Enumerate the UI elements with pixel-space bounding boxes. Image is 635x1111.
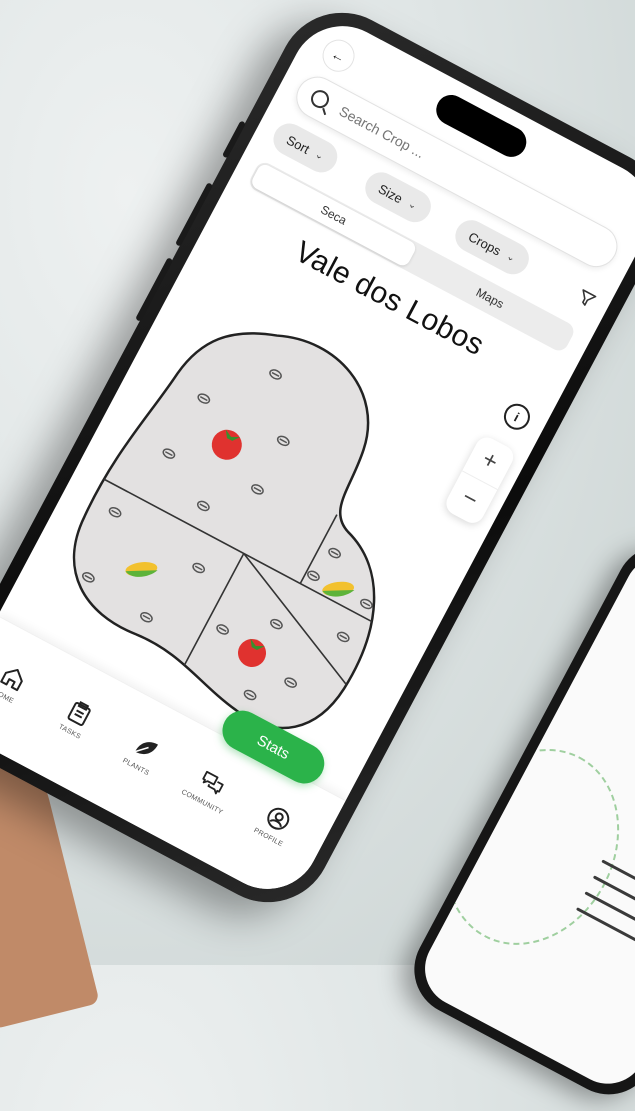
arrow-left-icon: ← bbox=[328, 45, 349, 67]
crops-chip-label: Crops bbox=[466, 228, 504, 259]
info-icon: i bbox=[511, 409, 523, 425]
nav-item-plants[interactable]: PLANTS bbox=[103, 720, 183, 786]
filter-button[interactable] bbox=[566, 278, 607, 319]
back-button[interactable]: ← bbox=[316, 34, 361, 78]
funnel-icon bbox=[582, 289, 597, 306]
nav-item-tasks[interactable]: TASKS bbox=[37, 685, 117, 751]
size-chip-label: Size bbox=[376, 180, 406, 206]
info-button[interactable]: i bbox=[499, 399, 535, 435]
nav-item-profile[interactable]: PROFILE bbox=[236, 791, 316, 857]
sort-chip-label: Sort bbox=[284, 131, 313, 157]
search-icon bbox=[307, 86, 333, 112]
nav-item-community[interactable]: COMMUNITY bbox=[169, 756, 249, 822]
chat-bubbles-icon bbox=[202, 770, 224, 795]
user-circle-icon bbox=[267, 807, 290, 830]
chevron-down-icon: ⌄ bbox=[313, 148, 326, 163]
home-icon bbox=[0, 668, 23, 692]
chevron-down-icon: ⌄ bbox=[504, 250, 518, 265]
leaf-icon bbox=[134, 742, 159, 755]
secondary-map-outline bbox=[412, 718, 635, 976]
chevron-down-icon: ⌄ bbox=[406, 198, 419, 212]
clipboard-icon bbox=[67, 701, 91, 726]
